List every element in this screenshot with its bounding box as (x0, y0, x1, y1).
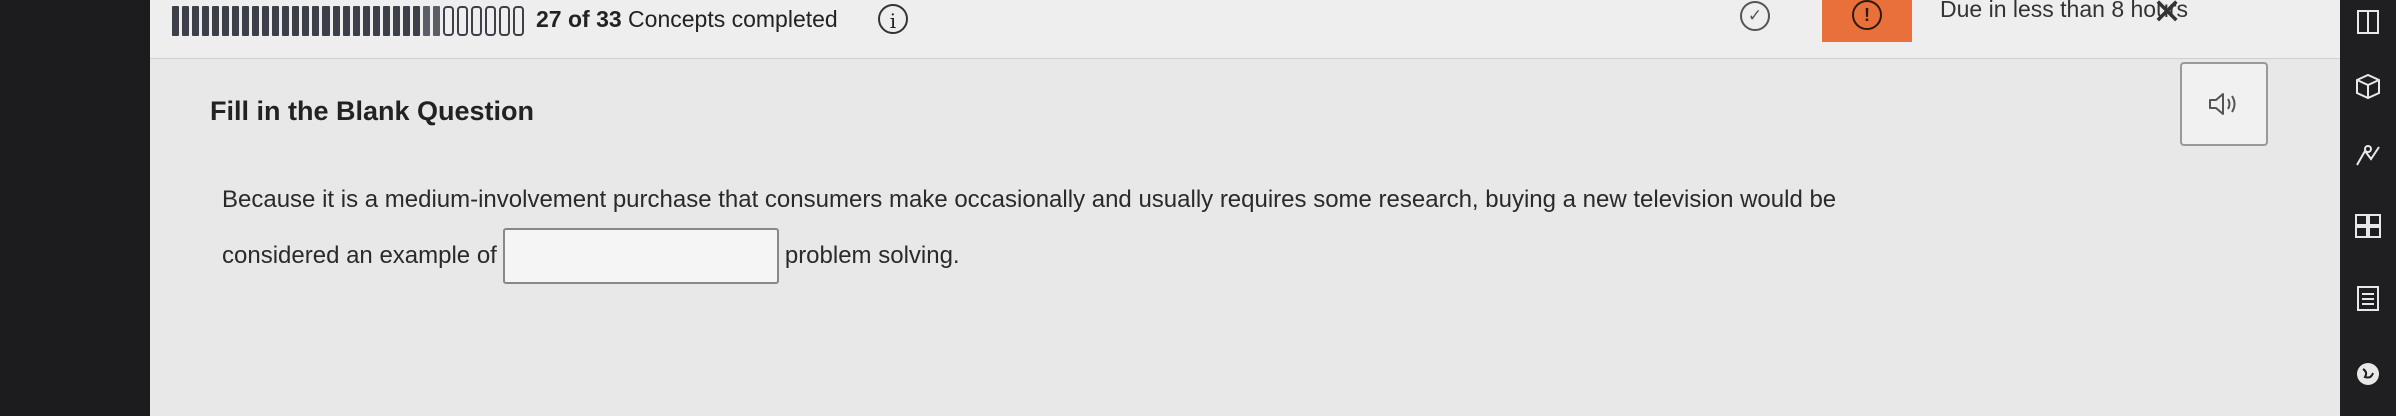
question-text-line2: considered an example of problem solving… (222, 228, 2182, 284)
progress-segment-complete (232, 6, 240, 36)
answer-blank-input[interactable] (502, 228, 779, 284)
progress-segment-complete (202, 6, 210, 36)
question-title: Fill in the Blank Question (210, 96, 535, 126)
progress-segment-incomplete (456, 6, 468, 36)
top-bar: 27 of 33 Concepts completed i ✓ ! Due in… (150, 0, 2340, 59)
progress-segment-complete (182, 6, 190, 36)
flashcards-icon[interactable] (2350, 208, 2386, 244)
progress-segment-complete (312, 6, 320, 36)
progress-segment-incomplete (484, 6, 496, 36)
progress-segment-complete (432, 6, 440, 36)
alert-badge[interactable]: ! (1822, 0, 1912, 42)
question-text-before-blank: considered an example of (222, 242, 497, 269)
book-icon[interactable] (2350, 4, 2386, 40)
progress-segment-complete (292, 6, 300, 36)
close-icon[interactable]: ✕ (2152, 0, 2182, 32)
progress-segment-complete (332, 6, 340, 36)
progress-segment-complete (352, 6, 360, 36)
assignment-screen: 27 of 33 Concepts completed i ✓ ! Due in… (150, 0, 2340, 416)
progress-segment-complete (272, 6, 280, 36)
progress-suffix: Concepts completed (628, 6, 838, 32)
progress-bar (172, 6, 525, 36)
progress-segment-complete (372, 6, 380, 36)
box-icon[interactable] (2350, 68, 2386, 104)
question-text-after-blank: problem solving. (784, 242, 960, 269)
question-body: Because it is a medium-involvement purch… (222, 172, 2182, 284)
progress-segment-complete (422, 6, 430, 36)
progress-segment-complete (392, 6, 400, 36)
progress-segment-complete (222, 6, 230, 36)
progress-segment-incomplete (498, 6, 510, 36)
info-icon[interactable]: i (878, 4, 908, 34)
progress-segment-complete (262, 6, 270, 36)
due-text: Due in less than 8 hours (1940, 0, 2189, 22)
progress-segment-complete (242, 6, 250, 36)
progress-segment-complete (402, 6, 410, 36)
left-bezel (0, 0, 150, 416)
progress-segment-complete (172, 6, 180, 36)
speaker-icon (2209, 93, 2236, 115)
check-circle-icon[interactable]: ✓ (1740, 1, 1770, 31)
progress-segment-complete (382, 6, 390, 36)
progress-segment-complete (212, 6, 220, 36)
progress-segment-complete (362, 6, 370, 36)
progress-segment-incomplete (470, 6, 482, 36)
hands-icon[interactable] (2350, 138, 2386, 174)
progress-segment-complete (302, 6, 310, 36)
progress-segment-incomplete (513, 6, 525, 36)
question-text-line1: Because it is a medium-involvement purch… (222, 186, 1837, 213)
alert-icon: ! (1852, 0, 1882, 30)
progress-count: 27 of 33 (536, 6, 622, 32)
progress-segment-complete (252, 6, 260, 36)
progress-segment-incomplete (442, 6, 454, 36)
progress-segment-complete (322, 6, 330, 36)
progress-segment-complete (342, 6, 350, 36)
audio-button[interactable] (2180, 62, 2268, 146)
right-rail (2340, 0, 2396, 416)
notes-icon[interactable] (2350, 280, 2386, 316)
globe-icon[interactable] (2350, 356, 2386, 392)
progress-segment-complete (412, 6, 420, 36)
progress-label: 27 of 33 Concepts completed (536, 6, 838, 33)
progress-segment-complete (192, 6, 200, 36)
progress-segment-complete (282, 6, 290, 36)
